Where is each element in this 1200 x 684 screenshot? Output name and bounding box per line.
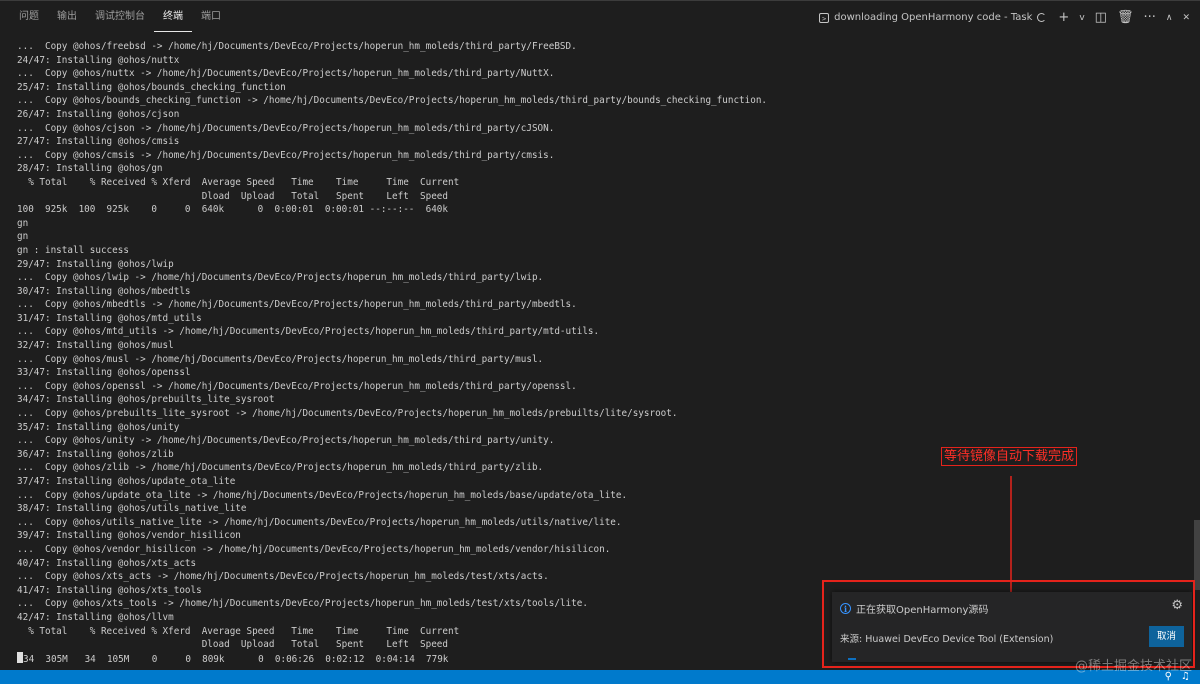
watermark: @稀土掘金技术社区: [1074, 659, 1192, 674]
maximize-panel-icon[interactable]: ∧: [1164, 10, 1175, 26]
terminal-line: 38/47: Installing @ohos/utils_native_lit…: [17, 503, 247, 515]
terminal-line: 34/47: Installing @ohos/prebuilts_lite_s…: [17, 394, 275, 406]
terminal-line: 100 925k 100 925k 0 0 640k 0 0:00:01 0:0…: [17, 204, 448, 216]
panel-header: 问题 输出 调试控制台 终端 端口 > downloading OpenHarm…: [0, 0, 1200, 34]
terminal-icon: >: [819, 12, 830, 23]
close-icon[interactable]: ✕: [1180, 10, 1192, 26]
terminal-line: ... Copy @ohos/lwip -> /home/hj/Document…: [17, 272, 544, 284]
terminal-line: 28/47: Installing @ohos/gn: [17, 163, 163, 175]
tab-output[interactable]: 输出: [48, 1, 86, 32]
add-terminal-icon[interactable]: +: [1056, 10, 1071, 26]
terminal-line: 35/47: Installing @ohos/unity: [17, 421, 180, 433]
terminal-line: 25/47: Installing @ohos/bounds_checking_…: [17, 81, 286, 93]
terminal-line: ... Copy @ohos/unity -> /home/hj/Documen…: [17, 435, 555, 447]
terminal-line: ... Copy @ohos/nuttx -> /home/hj/Documen…: [17, 68, 555, 80]
terminal-line: ... Copy @ohos/musl -> /home/hj/Document…: [17, 353, 544, 365]
terminal-line: ... Copy @ohos/cmsis -> /home/hj/Documen…: [17, 149, 555, 161]
terminal-line: gn: [17, 231, 29, 243]
panel-tabs: 问题 输出 调试控制台 终端 端口: [10, 1, 230, 34]
terminal-line: ... Copy @ohos/bounds_checking_function …: [17, 95, 768, 107]
terminal-line: ... Copy @ohos/update_ota_lite -> /home/…: [17, 489, 628, 501]
terminal-line: 37/47: Installing @ohos/update_ota_lite: [17, 476, 236, 487]
terminal-line: 29/47: Installing @ohos/lwip: [17, 258, 174, 270]
task-label: downloading OpenHarmony code - Task: [834, 12, 1033, 23]
terminal-line: ... Copy @ohos/mtd_utils -> /home/hj/Doc…: [17, 326, 600, 338]
terminal-line: 24/47: Installing @ohos/nuttx: [17, 54, 180, 66]
chevron-down-icon[interactable]: v: [1077, 10, 1086, 26]
loading-spinner-icon: [1037, 13, 1047, 22]
terminal-line: ... Copy @ohos/mbedtls -> /home/hj/Docum…: [17, 299, 577, 311]
terminal-line: ... Copy @ohos/utils_native_lite -> /hom…: [17, 516, 622, 528]
status-bar: ⚲ ♫: [0, 670, 1200, 684]
more-actions-icon[interactable]: ···: [1141, 10, 1157, 26]
terminal-line-text: 34 305M 34 105M 0 0 809k 0 0:06:26 0:02:…: [23, 653, 449, 665]
terminal-line: 32/47: Installing @ohos/musl: [17, 340, 174, 352]
terminal-line: 31/47: Installing @ohos/mtd_utils: [17, 312, 202, 324]
terminal-line: 30/47: Installing @ohos/mbedtls: [17, 285, 191, 297]
terminal-line: ... Copy @ohos/freebsd -> /home/hj/Docum…: [17, 41, 577, 52]
annotation-label: 等待镜像自动下载完成: [941, 447, 1078, 466]
terminal-line: ... Copy @ohos/cjson -> /home/hj/Documen…: [17, 122, 555, 134]
terminal-task-selector[interactable]: > downloading OpenHarmony code - Task: [819, 12, 1047, 23]
terminal-toolbar: > downloading OpenHarmony code - Task + …: [819, 1, 1192, 34]
terminal-line: ... Copy @ohos/prebuilts_lite_sysroot ->…: [17, 408, 678, 420]
terminal-output[interactable]: ... Copy @ohos/freebsd -> /home/hj/Docum…: [17, 40, 1177, 670]
terminal-line: ... Copy @ohos/vendor_hisilicon -> /home…: [17, 543, 611, 555]
terminal-line: 40/47: Installing @ohos/xts_acts: [17, 557, 197, 569]
tab-debug-console[interactable]: 调试控制台: [86, 1, 154, 32]
terminal-line: gn : install success: [17, 244, 129, 256]
tab-terminal[interactable]: 终端: [154, 1, 192, 32]
terminal-line: 26/47: Installing @ohos/cjson: [17, 108, 180, 120]
split-terminal-icon[interactable]: ◫: [1093, 10, 1109, 26]
trash-icon[interactable]: 🗑: [1115, 10, 1136, 26]
terminal-line: 27/47: Installing @ohos/cmsis: [17, 136, 180, 148]
terminal-line: Dload Upload Total Spent Left Speed: [17, 190, 448, 202]
terminal-line: gn: [17, 217, 29, 229]
terminal-line: ... Copy @ohos/openssl -> /home/hj/Docum…: [17, 380, 577, 392]
terminal-line: 39/47: Installing @ohos/vendor_hisilicon: [17, 530, 241, 542]
tab-problems[interactable]: 问题: [10, 1, 48, 32]
tab-ports[interactable]: 端口: [192, 1, 230, 32]
terminal-line: % Total % Received % Xferd Average Speed…: [17, 176, 460, 188]
terminal-line: 33/47: Installing @ohos/openssl: [17, 367, 191, 379]
